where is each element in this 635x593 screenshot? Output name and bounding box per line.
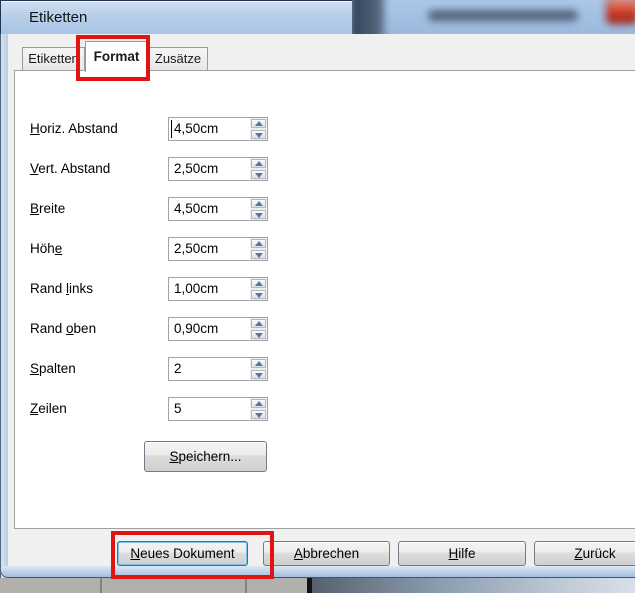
rand-links-field[interactable]: 1,00cm xyxy=(168,277,268,301)
dialog-frame-left xyxy=(0,34,8,578)
tab-zusaetze[interactable]: Zusätze xyxy=(148,47,208,70)
dialog-frame-bottom xyxy=(0,566,635,578)
zeilen-spinner xyxy=(250,398,267,420)
background-window-title-blurred xyxy=(428,10,578,21)
arrow-down-icon xyxy=(255,133,263,138)
rand-oben-value[interactable]: 0,90cm xyxy=(169,318,250,340)
arrow-up-icon xyxy=(255,121,263,126)
rand-oben-label: Rand oben xyxy=(30,321,96,336)
zeilen-value[interactable]: 5 xyxy=(169,398,250,420)
horiz-abstand-spinner xyxy=(250,118,267,140)
arrow-down-icon xyxy=(255,333,263,338)
spin-down-button[interactable] xyxy=(251,290,266,299)
rand-links-value[interactable]: 1,00cm xyxy=(169,278,250,300)
arrow-up-icon xyxy=(255,281,263,286)
spalten-value[interactable]: 2 xyxy=(169,358,250,380)
neues-dokument-button[interactable]: Neues Dokument xyxy=(117,541,248,566)
background-window-edge xyxy=(352,0,384,34)
tab-etiketten[interactable]: Etiketten xyxy=(22,47,85,70)
arrow-up-icon xyxy=(255,201,263,206)
rand-oben-field[interactable]: 0,90cm xyxy=(168,317,268,341)
arrow-down-icon xyxy=(255,213,263,218)
vert-abstand-value[interactable]: 2,50cm xyxy=(169,158,250,180)
arrow-up-icon xyxy=(255,401,263,406)
zeilen-field[interactable]: 5 xyxy=(168,397,268,421)
spin-down-button[interactable] xyxy=(251,410,266,419)
abbrechen-button[interactable]: Abbrechen xyxy=(263,541,390,566)
vert-abstand-field[interactable]: 2,50cm xyxy=(168,157,268,181)
spin-down-button[interactable] xyxy=(251,250,266,259)
background-window-titlebar xyxy=(352,0,635,34)
spin-up-button[interactable] xyxy=(251,399,266,408)
spin-up-button[interactable] xyxy=(251,119,266,128)
format-tab-panel xyxy=(14,70,635,529)
spin-down-button[interactable] xyxy=(251,130,266,139)
spin-down-button[interactable] xyxy=(251,210,266,219)
zeilen-label: Zeilen xyxy=(30,401,67,416)
arrow-up-icon xyxy=(255,321,263,326)
horiz-abstand-value[interactable]: 4,50cm xyxy=(169,118,250,140)
arrow-up-icon xyxy=(255,161,263,166)
screenshot-root: Etiketten Etiketten Format Zusätze Horiz… xyxy=(0,0,635,593)
arrow-down-icon xyxy=(255,293,263,298)
vert-abstand-label: Vert. Abstand xyxy=(30,161,110,176)
arrow-down-icon xyxy=(255,253,263,258)
rand-oben-spinner xyxy=(250,318,267,340)
rand-links-label: Rand links xyxy=(30,281,93,296)
arrow-up-icon xyxy=(255,361,263,366)
tab-format[interactable]: Format xyxy=(85,41,148,72)
spin-down-button[interactable] xyxy=(251,370,266,379)
hilfe-button[interactable]: Hilfe xyxy=(398,541,526,566)
zurueck-button[interactable]: Zurück xyxy=(534,541,635,566)
spin-down-button[interactable] xyxy=(251,330,266,339)
hoehe-field[interactable]: 2,50cm xyxy=(168,237,268,261)
arrow-down-icon xyxy=(255,373,263,378)
spin-up-button[interactable] xyxy=(251,319,266,328)
spin-up-button[interactable] xyxy=(251,159,266,168)
breite-label: Breite xyxy=(30,201,65,216)
vert-abstand-spinner xyxy=(250,158,267,180)
arrow-up-icon xyxy=(255,241,263,246)
background-document-strip xyxy=(0,578,635,593)
breite-field[interactable]: 4,50cm xyxy=(168,197,268,221)
spalten-spinner xyxy=(250,358,267,380)
speichern-button[interactable]: Speichern... xyxy=(144,441,267,472)
dialog-title: Etiketten xyxy=(29,9,87,26)
arrow-down-icon xyxy=(255,173,263,178)
close-icon[interactable] xyxy=(606,0,635,24)
horiz-abstand-label: Horiz. Abstand xyxy=(30,121,118,136)
spin-up-button[interactable] xyxy=(251,239,266,248)
horiz-abstand-field[interactable]: 4,50cm xyxy=(168,117,268,141)
spin-down-button[interactable] xyxy=(251,170,266,179)
arrow-down-icon xyxy=(255,413,263,418)
table-border-line xyxy=(245,578,247,593)
rand-links-spinner xyxy=(250,278,267,300)
text-cursor xyxy=(171,120,172,138)
spalten-field[interactable]: 2 xyxy=(168,357,268,381)
spin-up-button[interactable] xyxy=(251,199,266,208)
hoehe-label: Höhe xyxy=(30,241,62,256)
background-window-blur xyxy=(352,0,635,34)
spalten-label: Spalten xyxy=(30,361,76,376)
breite-value[interactable]: 4,50cm xyxy=(169,198,250,220)
hoehe-spinner xyxy=(250,238,267,260)
breite-spinner xyxy=(250,198,267,220)
hoehe-value[interactable]: 2,50cm xyxy=(169,238,250,260)
spin-up-button[interactable] xyxy=(251,359,266,368)
spin-up-button[interactable] xyxy=(251,279,266,288)
table-border-line xyxy=(100,578,102,593)
background-gradient xyxy=(312,578,635,593)
